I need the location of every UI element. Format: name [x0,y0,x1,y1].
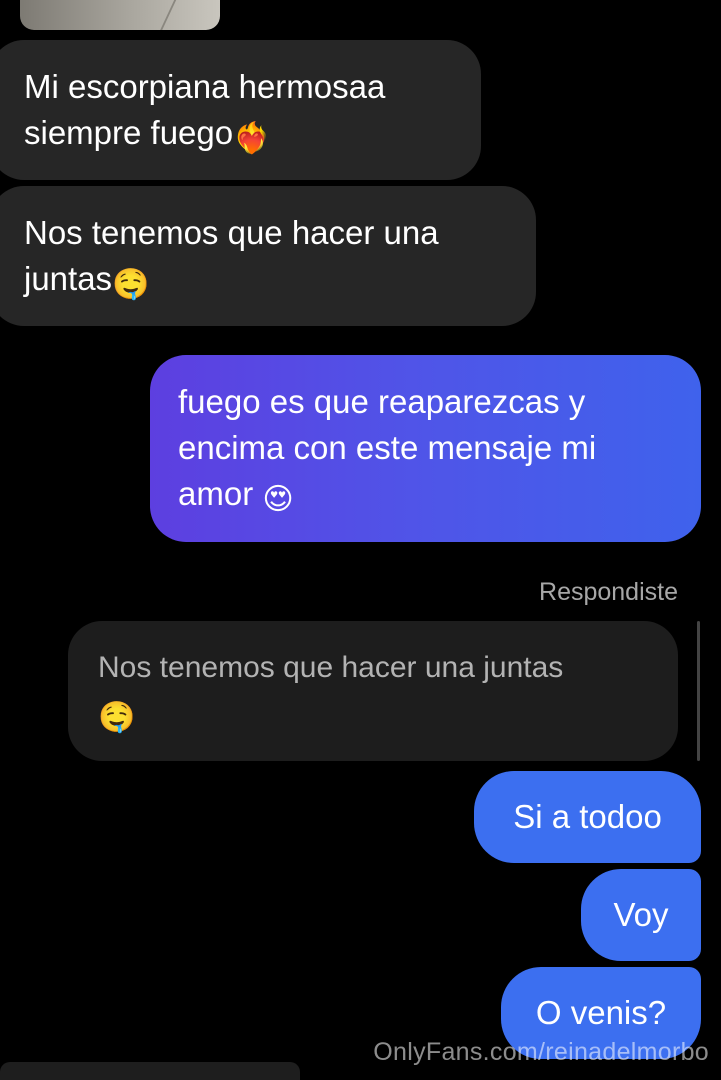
message-text-line: amor 😍 [178,475,294,517]
drooling-face-emoji-icon: 🤤 [112,267,150,302]
outgoing-message[interactable]: Voy [581,869,701,961]
message-text-line: Nos tenemos que hacer una [24,214,439,251]
heart-eyes-emoji-icon: 😍 [262,482,294,517]
message-text-line: siempre fuego❤️‍🔥 [24,114,271,156]
incoming-message[interactable]: Nos tenemos que hacer una juntas🤤 [0,186,536,326]
composer-edge [0,1062,300,1080]
quoted-text-line: 🤤 [98,691,648,737]
quoted-message[interactable]: Nos tenemos que hacer una juntas 🤤 [68,621,678,761]
incoming-message[interactable]: Mi escorpiana hermosaa siempre fuego❤️‍🔥 [0,40,481,180]
heart-on-fire-emoji-icon: ❤️‍🔥 [233,121,271,156]
drooling-face-emoji-icon: 🤤 [98,700,136,735]
quoted-text-line: Nos tenemos que hacer una juntas [98,651,564,684]
outgoing-message[interactable]: fuego es que reaparezcas y encima con es… [150,355,701,542]
message-text-line: juntas🤤 [24,260,150,302]
message-text-line: fuego es que reaparezcas y [178,383,586,420]
shared-photo-thumbnail[interactable] [20,0,220,30]
message-text-line: encima con este mensaje mi [178,429,597,466]
photo-detail [160,0,182,30]
reply-label: Respondiste [539,578,678,606]
watermark: OnlyFans.com/reinadelmorbo [373,1038,709,1066]
message-text-line: Mi escorpiana hermosaa [24,68,386,105]
quote-indicator-bar [697,621,700,761]
outgoing-message[interactable]: Si a todoo [474,771,701,863]
